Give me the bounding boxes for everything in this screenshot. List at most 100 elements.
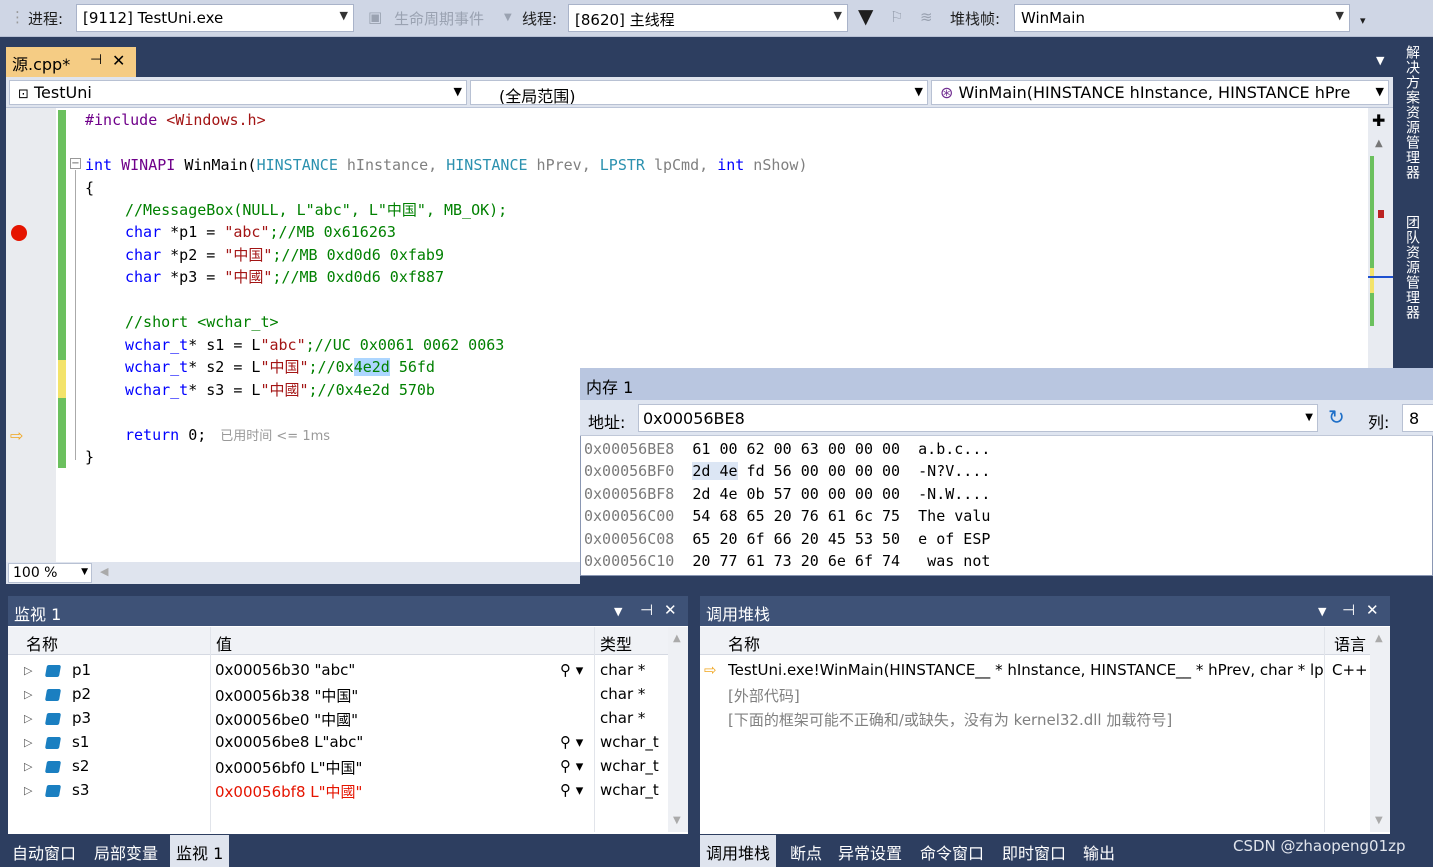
address-input[interactable]: 0x00056BE8 ▼ (638, 404, 1318, 432)
tab-solution-explorer[interactable]: 解决方案资源管理器 (1402, 45, 1422, 180)
filter-icon[interactable]: ▼ (858, 4, 873, 28)
thread-label: 线程: (522, 10, 558, 28)
code-line-1: #include <Windows.h> (85, 111, 266, 129)
tab-call-stack[interactable]: 调用堆栈 (700, 835, 777, 867)
chevron-down-icon: ▼ (1305, 412, 1313, 423)
tab-label: 源.cpp* (12, 55, 71, 74)
debug-toolbar: ⋮ 进程: [9112] TestUni.exe ▼ ▣ 生命周期事件 ▼ 线程:… (0, 0, 1433, 37)
scroll-up-icon[interactable]: ▲ (1375, 138, 1383, 149)
callstack-row[interactable]: [下面的框架可能不正确和/或缺失，没有为 kernel32.dll 加载符号] (700, 707, 1370, 731)
thread-dropdown[interactable]: [8620] 主线程 ▼ (568, 4, 848, 32)
pin-icon[interactable]: ⊣ (640, 601, 653, 619)
stackframe-label: 堆栈帧: (950, 10, 1001, 28)
memory-row: 0x00056BF0 2d 4e fd 56 00 00 00 00 -N?V.… (584, 462, 991, 480)
document-tab-bar (0, 37, 1395, 77)
col-type[interactable]: 类型 (600, 631, 632, 655)
tab-locals[interactable]: 局部变量 (94, 840, 158, 864)
tab-list-icon[interactable]: ▼ (1376, 54, 1384, 67)
project-dropdown[interactable]: ⊡ TestUni ▼ (9, 80, 467, 105)
flag-icon[interactable]: ⚐ (890, 8, 903, 26)
watch-row[interactable]: ▷ p2 0x00056b38 "中国" char * (8, 683, 668, 707)
code-line-4: //MessageBox(NULL, L"abc", L"中国", MB_OK)… (125, 201, 508, 219)
code-line-6: char *p2 = "中国";//MB 0xd0d6 0xfab9 (125, 246, 444, 264)
outline-line (75, 170, 76, 460)
breakpoint-icon[interactable] (11, 225, 27, 241)
zoom-dropdown[interactable]: 100 % ▼ (8, 563, 92, 583)
close-icon[interactable]: ✕ (1366, 601, 1379, 619)
columns-value: 8 (1409, 409, 1420, 428)
close-icon[interactable]: ✕ (664, 601, 677, 619)
zoom-value: 100 % (13, 565, 58, 581)
magnifier-icon[interactable]: ⚲ ▾ (560, 733, 583, 751)
function-value: WinMain(HINSTANCE hInstance, HINSTANCE h… (958, 83, 1351, 102)
col-value[interactable]: 值 (216, 631, 232, 655)
memory-selection: 2d 4e (692, 462, 738, 480)
watch-row[interactable]: ▷ p1 0x00056b30 "abc" ⚲ ▾ char * (8, 659, 668, 683)
project-icon: ⊡ (18, 87, 29, 102)
col-name[interactable]: 名称 (26, 631, 58, 655)
callstack-scrollbar[interactable]: ▲ ▼ (1370, 627, 1390, 832)
tab-exception-settings[interactable]: 异常设置 (838, 840, 902, 864)
tab-command-window[interactable]: 命令窗口 (920, 840, 984, 864)
process-dropdown[interactable]: [9112] TestUni.exe ▼ (76, 4, 354, 32)
watch-row[interactable]: ▷ s2 0x00056bf0 L"中国" ⚲ ▾ wchar_t (8, 755, 668, 779)
code-line-13: } (85, 448, 95, 466)
watch-row[interactable]: ▷ p3 0x00056be0 "中國" char * (8, 707, 668, 731)
scope-value: (全局范围) (499, 87, 576, 105)
refresh-icon[interactable]: ↻ (1328, 405, 1345, 429)
callstack-panel-title[interactable]: 调用堆栈 ▼ ⊣ ✕ (700, 596, 1390, 626)
object-icon (44, 663, 62, 681)
indicator-margin[interactable] (6, 108, 56, 562)
memory-row: 0x00056BE8 61 00 62 00 63 00 00 00 a.b.c… (584, 440, 991, 458)
memory-window-title[interactable]: 内存 1 (580, 368, 1433, 400)
address-value: 0x00056BE8 (643, 409, 745, 428)
collapse-icon[interactable]: − (70, 158, 81, 169)
tab-watch-1[interactable]: 监视 1 (170, 835, 230, 867)
callstack-row[interactable]: ⇨ TestUni.exe!WinMain(HINSTANCE__ * hInst… (700, 659, 1370, 683)
chevron-down-icon[interactable]: ▼ (614, 605, 622, 618)
tab-breakpoints[interactable]: 断点 (790, 840, 822, 864)
code-line-8: //short <wchar_t> (125, 313, 279, 331)
split-icon[interactable]: ✚ (1372, 111, 1385, 130)
pin-icon[interactable]: ⊣ (1342, 601, 1355, 619)
tab-team-explorer[interactable]: 团队资源管理器 (1402, 215, 1422, 320)
overflow-icon[interactable]: ▾ (1360, 14, 1366, 27)
scroll-left-icon[interactable]: ◀ (100, 565, 108, 578)
perf-tip: 已用时间 <= 1ms (220, 429, 331, 444)
watch-scrollbar[interactable]: ▲ ▼ (668, 627, 688, 832)
magnifier-icon[interactable]: ⚲ ▾ (560, 781, 583, 799)
lifecycle-icon: ▣ (368, 8, 383, 26)
scroll-change-map (1370, 156, 1374, 326)
tab-autos[interactable]: 自动窗口 (12, 840, 76, 864)
expand-icon: ▷ (24, 664, 33, 677)
columns-label: 列: (1368, 413, 1390, 432)
process-label: 进程: (28, 10, 64, 28)
lifecycle-events-button[interactable]: 生命周期事件 (394, 8, 484, 29)
tab-immediate-window[interactable]: 即时窗口 (1002, 840, 1066, 864)
stackframe-value: WinMain (1021, 9, 1085, 27)
pin-icon[interactable]: ⊣ (90, 52, 102, 68)
chevron-down-icon[interactable]: ▼ (1318, 605, 1326, 618)
show-threads-icon[interactable]: ≋ (920, 8, 933, 26)
close-icon[interactable]: ✕ (112, 51, 125, 70)
code-line-2: int WINAPI WinMain(HINSTANCE hInstance, … (85, 156, 808, 174)
watch-row[interactable]: ▷ s1 0x00056be8 L"abc" ⚲ ▾ wchar_t (8, 731, 668, 755)
function-dropdown[interactable]: ⊛ WinMain(HINSTANCE hInstance, HINSTANCE… (931, 80, 1389, 105)
stackframe-dropdown[interactable]: WinMain ▼ (1014, 4, 1350, 32)
chevron-down-icon: ▼ (453, 85, 462, 98)
scope-dropdown[interactable]: (全局范围) ▼ (470, 80, 928, 105)
watch-row[interactable]: ▷ s3 0x00056bf8 L"中國" ⚲ ▾ wchar_t (8, 779, 668, 803)
col-name[interactable]: 名称 (728, 631, 760, 655)
code-line-12: return 0; 已用时间 <= 1ms (125, 426, 331, 444)
callstack-row[interactable]: [外部代码] (700, 683, 1370, 707)
tab-source-cpp[interactable]: 源.cpp* ⊣ ✕ (6, 47, 136, 77)
col-language[interactable]: 语言 (1334, 631, 1366, 655)
columns-input[interactable]: 8 (1402, 404, 1433, 432)
magnifier-icon[interactable]: ⚲ ▾ (560, 661, 583, 679)
watch-panel-title[interactable]: 监视 1 ▼ ⊣ ✕ (8, 596, 688, 626)
magnifier-icon[interactable]: ⚲ ▾ (560, 757, 583, 775)
change-indicator (58, 398, 66, 468)
tab-output[interactable]: 输出 (1083, 840, 1115, 864)
chevron-down-icon: ▼ (504, 12, 512, 23)
change-indicator-unsaved (58, 360, 66, 398)
